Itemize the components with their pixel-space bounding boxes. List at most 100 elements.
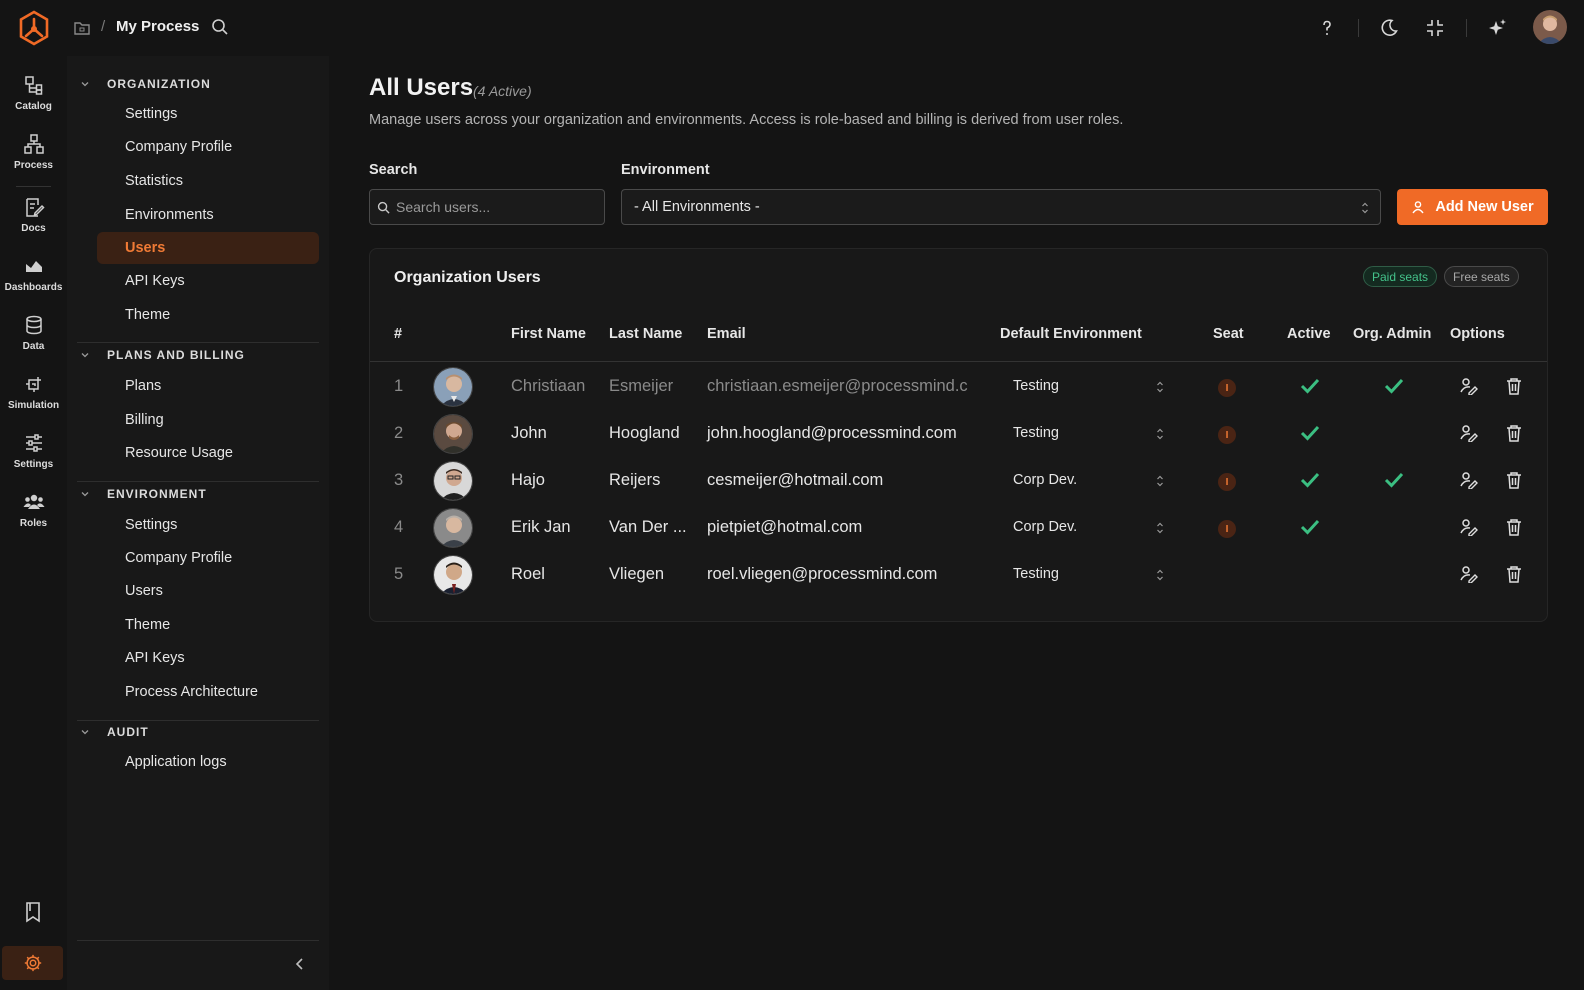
catalog-icon	[23, 74, 45, 96]
paid-seats-chip[interactable]: Paid seats	[1363, 266, 1438, 287]
trash-icon[interactable]	[1505, 565, 1523, 583]
add-new-user-button[interactable]: Add New User	[1397, 189, 1548, 225]
section-header-organization[interactable]: ORGANIZATION	[79, 77, 211, 91]
table-row[interactable]: 4 Erik Jan Van Der ... pietpiet@hotmal.c…	[370, 504, 1547, 551]
column-header-last-name[interactable]: Last Name	[609, 326, 682, 342]
last-name: Hoogland	[609, 424, 680, 442]
sidebar-item-billing[interactable]: Billing	[97, 404, 319, 436]
last-name: Van Der ...	[609, 518, 687, 536]
sidebar-item-org-company-profile[interactable]: Company Profile	[97, 131, 319, 163]
sparkle-icon[interactable]	[1486, 17, 1508, 39]
edit-user-icon[interactable]	[1460, 377, 1478, 395]
active-check-icon	[1300, 518, 1320, 536]
row-number: 4	[394, 518, 404, 536]
updown-icon[interactable]	[1156, 568, 1164, 582]
rail-label: Roles	[19, 518, 48, 529]
column-header-default-environment[interactable]: Default Environment	[1000, 326, 1142, 342]
rail-label: Docs	[21, 223, 46, 234]
page-subtitle: Manage users across your organization an…	[369, 112, 1124, 128]
edit-user-icon[interactable]	[1460, 471, 1478, 489]
rail-item-roles[interactable]: Roles	[0, 491, 67, 529]
rail-item-docs[interactable]: Docs	[0, 196, 67, 234]
breadcrumb-title[interactable]: My Process	[116, 18, 199, 35]
row-number: 3	[394, 471, 404, 489]
table-row[interactable]: 2 John Hoogland john.hoogland@processmin…	[370, 410, 1547, 457]
bookmark-icon[interactable]	[22, 901, 44, 923]
search-input[interactable]	[396, 199, 596, 215]
edit-user-icon[interactable]	[1460, 518, 1478, 536]
trash-icon[interactable]	[1505, 518, 1523, 536]
table-row[interactable]: 1 Christiaan Esmeijer christiaan.esmeije…	[370, 363, 1547, 410]
default-environment-select[interactable]: Testing	[1013, 378, 1059, 394]
sidebar-item-application-logs[interactable]: Application logs	[97, 746, 319, 778]
table-row[interactable]: 5 Roel Vliegen roel.vliegen@processmind.…	[370, 551, 1547, 598]
sidebar-item-env-settings[interactable]: Settings	[97, 509, 319, 541]
folder-icon[interactable]	[73, 19, 91, 37]
sidebar-item-org-users[interactable]: Users	[97, 232, 319, 264]
default-environment-select[interactable]: Testing	[1013, 566, 1059, 582]
section-header-plans-billing[interactable]: PLANS AND BILLING	[79, 348, 245, 362]
section-title: ORGANIZATION	[107, 77, 211, 91]
seat-badge: I	[1218, 379, 1236, 397]
sidebar-item-org-theme[interactable]: Theme	[97, 299, 319, 331]
sidebar-item-env-company-profile[interactable]: Company Profile	[97, 542, 319, 574]
updown-icon[interactable]	[1156, 380, 1164, 394]
first-name: Roel	[511, 565, 545, 583]
chevron-down-icon	[79, 349, 91, 361]
rail-item-settings[interactable]: Settings	[0, 432, 67, 470]
updown-icon[interactable]	[1156, 521, 1164, 535]
seat-badge: I	[1218, 520, 1236, 538]
moon-icon[interactable]	[1378, 17, 1400, 39]
first-name: Erik Jan	[511, 518, 571, 536]
sidebar-item-env-users[interactable]: Users	[97, 575, 319, 607]
sidebar-item-org-api-keys[interactable]: API Keys	[97, 265, 319, 297]
search-field[interactable]	[369, 189, 605, 225]
section-title: AUDIT	[107, 725, 149, 739]
updown-icon[interactable]	[1156, 474, 1164, 488]
section-header-audit[interactable]: AUDIT	[79, 725, 149, 739]
org-admin-check-icon	[1384, 471, 1404, 489]
trash-icon[interactable]	[1505, 377, 1523, 395]
sidebar-item-env-theme[interactable]: Theme	[97, 609, 319, 641]
rail-item-dashboards[interactable]: Dashboards	[0, 255, 67, 293]
rail-item-data[interactable]: Data	[0, 314, 67, 352]
collapse-icon[interactable]	[1424, 17, 1446, 39]
sidebar-item-org-statistics[interactable]: Statistics	[97, 165, 319, 197]
user-avatar[interactable]	[1533, 10, 1567, 44]
rail-item-simulation[interactable]: Simulation	[0, 373, 67, 411]
column-header-first-name[interactable]: First Name	[511, 326, 586, 342]
last-name: Vliegen	[609, 565, 665, 583]
free-seats-chip[interactable]: Free seats	[1444, 266, 1519, 287]
trash-icon[interactable]	[1505, 424, 1523, 442]
table-row[interactable]: 3 Hajo Reijers cesmeijer@hotmail.com Cor…	[370, 457, 1547, 504]
sidebar-item-org-settings[interactable]: Settings	[97, 98, 319, 130]
environment-select[interactable]: - All Environments -	[621, 189, 1381, 225]
sidebar-item-plans[interactable]: Plans	[97, 370, 319, 402]
chevron-left-icon[interactable]	[292, 956, 308, 972]
column-header-org-admin: Org. Admin	[1353, 326, 1432, 342]
edit-user-icon[interactable]	[1460, 424, 1478, 442]
app-logo-icon[interactable]	[18, 10, 50, 46]
section-header-environment[interactable]: ENVIRONMENT	[79, 487, 207, 501]
sidebar-item-env-process-architecture[interactable]: Process Architecture	[97, 676, 319, 708]
rail-item-catalog[interactable]: Catalog	[0, 74, 67, 112]
default-environment-select[interactable]: Corp Dev.	[1013, 519, 1077, 535]
rail-label: Simulation	[7, 400, 60, 411]
column-header-options: Options	[1450, 326, 1505, 342]
search-icon[interactable]	[211, 18, 229, 36]
default-environment-select[interactable]: Testing	[1013, 425, 1059, 441]
edit-user-icon[interactable]	[1460, 565, 1478, 583]
default-environment-select[interactable]: Corp Dev.	[1013, 472, 1077, 488]
trash-icon[interactable]	[1505, 471, 1523, 489]
active-count: (4 Active)	[473, 83, 532, 99]
help-icon[interactable]	[1316, 17, 1338, 39]
sidebar-item-org-environments[interactable]: Environments	[97, 199, 319, 231]
gear-icon[interactable]	[2, 946, 63, 980]
updown-icon[interactable]	[1156, 427, 1164, 441]
rail-item-process[interactable]: Process	[0, 133, 67, 171]
user-icon	[1411, 200, 1425, 214]
top-divider	[1358, 19, 1359, 37]
column-header-email[interactable]: Email	[707, 326, 746, 342]
sidebar-item-env-api-keys[interactable]: API Keys	[97, 642, 319, 674]
sidebar-item-resource-usage[interactable]: Resource Usage	[97, 437, 319, 469]
